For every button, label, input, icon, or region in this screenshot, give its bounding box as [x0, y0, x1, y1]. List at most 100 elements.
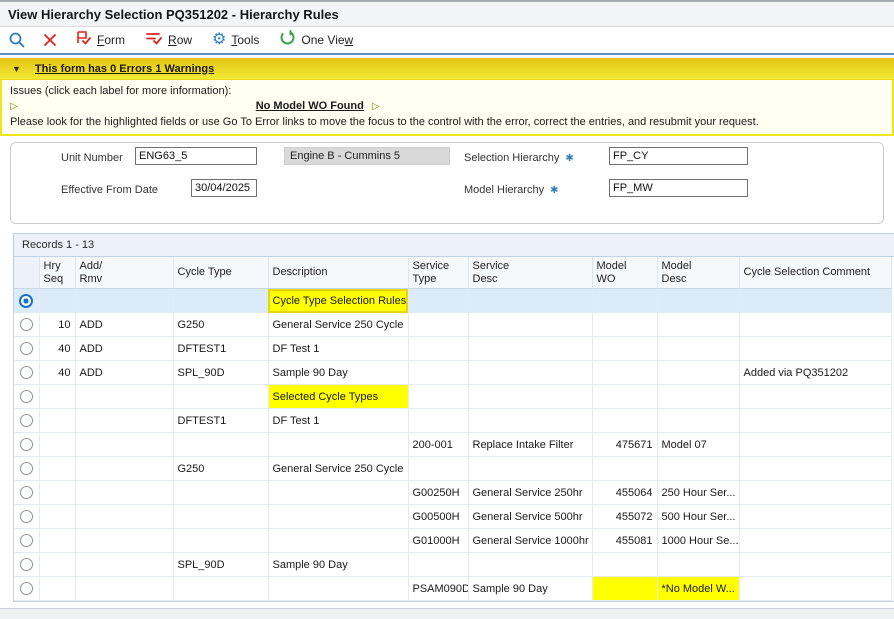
cell-model-wo[interactable]	[592, 385, 657, 409]
cell-cycle-selection-comment[interactable]	[739, 553, 892, 577]
cell-cycle-type[interactable]: SPL_90D	[173, 553, 268, 577]
cell-model-wo[interactable]	[592, 577, 657, 601]
warning-banner[interactable]: ▼ This form has 0 Errors 1 Warnings	[0, 58, 894, 80]
cell-add-rmv[interactable]	[75, 505, 173, 529]
cell-hry-seq[interactable]: 40	[39, 337, 75, 361]
cell-hry-seq[interactable]	[39, 577, 75, 601]
cell-cycle-type[interactable]	[173, 289, 268, 313]
cell-cycle-selection-comment[interactable]	[739, 529, 892, 553]
cell-model-desc[interactable]	[657, 361, 739, 385]
cell-description[interactable]: Selected Cycle Types	[268, 385, 408, 409]
tools-menu[interactable]: ⚙ Tools	[212, 32, 259, 48]
form-menu[interactable]: Form	[74, 30, 125, 51]
cell-hry-seq[interactable]	[39, 553, 75, 577]
cell-description[interactable]: DF Test 1	[268, 409, 408, 433]
cell-service-desc[interactable]	[468, 313, 592, 337]
cell-description[interactable]: Sample 90 Day	[268, 361, 408, 385]
cell-cycle-selection-comment[interactable]	[739, 337, 892, 361]
col-header-add-rmv[interactable]: Add/ Rmv	[75, 257, 173, 289]
cell-service-desc[interactable]: General Service 500hr	[468, 505, 592, 529]
cell-add-rmv[interactable]	[75, 577, 173, 601]
cell-service-type[interactable]: G00500H	[408, 505, 468, 529]
row-select-radio[interactable]	[20, 462, 33, 475]
row-select-radio[interactable]	[20, 390, 33, 403]
cell-description[interactable]: Cycle Type Selection Rules	[268, 289, 408, 313]
cell-hry-seq[interactable]	[39, 385, 75, 409]
cell-cycle-selection-comment[interactable]	[739, 385, 892, 409]
col-header-cycle-selection-comment[interactable]: Cycle Selection Comment	[739, 257, 892, 289]
cell-service-type[interactable]	[408, 313, 468, 337]
row-menu[interactable]: Row	[145, 30, 192, 51]
row-select-radio[interactable]	[20, 318, 33, 331]
cell-hry-seq[interactable]	[39, 409, 75, 433]
col-header-hry-seq[interactable]: Hry Seq	[39, 257, 75, 289]
cell-cycle-selection-comment[interactable]	[739, 481, 892, 505]
cell-service-type[interactable]: PSAM090D	[408, 577, 468, 601]
cell-cycle-selection-comment[interactable]	[739, 577, 892, 601]
cell-model-wo[interactable]: 455072	[592, 505, 657, 529]
col-header-cycle-type[interactable]: Cycle Type	[173, 257, 268, 289]
cell-model-desc[interactable]: *No Model W...	[657, 577, 739, 601]
cell-cycle-selection-comment[interactable]	[739, 313, 892, 337]
cell-service-type[interactable]: 200-001	[408, 433, 468, 457]
cell-hry-seq[interactable]: 40	[39, 361, 75, 385]
row-select-radio[interactable]	[20, 558, 33, 571]
cell-model-desc[interactable]	[657, 385, 739, 409]
find-button[interactable]	[8, 31, 26, 49]
col-header-model-desc[interactable]: Model Desc	[657, 257, 739, 289]
cell-description[interactable]	[268, 505, 408, 529]
cell-service-desc[interactable]: General Service 1000hr	[468, 529, 592, 553]
cell-cycle-selection-comment[interactable]	[739, 505, 892, 529]
cell-cycle-type[interactable]: DFTEST1	[173, 409, 268, 433]
cell-cycle-selection-comment[interactable]	[739, 289, 892, 313]
one-view-menu[interactable]: One View	[279, 29, 353, 51]
row-select-radio-selected[interactable]	[19, 294, 33, 308]
cell-add-rmv[interactable]	[75, 409, 173, 433]
cell-add-rmv[interactable]	[75, 385, 173, 409]
cell-service-desc[interactable]: Replace Intake Filter	[468, 433, 592, 457]
cell-service-desc[interactable]	[468, 553, 592, 577]
cell-cycle-selection-comment[interactable]	[739, 433, 892, 457]
cell-description[interactable]: General Service 250 Cycle	[268, 457, 408, 481]
cell-service-type[interactable]	[408, 361, 468, 385]
cell-model-desc[interactable]	[657, 337, 739, 361]
cell-cycle-type[interactable]: DFTEST1	[173, 337, 268, 361]
close-button[interactable]	[42, 32, 58, 48]
cell-service-type[interactable]	[408, 457, 468, 481]
cell-cycle-type[interactable]: SPL_90D	[173, 361, 268, 385]
cell-model-wo[interactable]	[592, 337, 657, 361]
cell-hry-seq[interactable]	[39, 433, 75, 457]
issue-link[interactable]: No Model WO Found	[256, 100, 364, 112]
cell-model-wo[interactable]	[592, 553, 657, 577]
cell-service-desc[interactable]	[468, 457, 592, 481]
selection-hierarchy-input[interactable]	[609, 147, 748, 165]
row-select-radio[interactable]	[20, 438, 33, 451]
cell-service-type[interactable]	[408, 289, 468, 313]
cell-description[interactable]	[268, 433, 408, 457]
row-select-radio[interactable]	[20, 342, 33, 355]
cell-service-desc[interactable]	[468, 385, 592, 409]
unit-number-input[interactable]	[135, 147, 257, 165]
cell-model-desc[interactable]	[657, 457, 739, 481]
cell-hry-seq[interactable]	[39, 289, 75, 313]
row-select-radio[interactable]	[20, 534, 33, 547]
cell-hry-seq[interactable]: 10	[39, 313, 75, 337]
cell-cycle-type[interactable]	[173, 433, 268, 457]
row-select-radio[interactable]	[20, 366, 33, 379]
cell-service-type[interactable]	[408, 337, 468, 361]
cell-model-desc[interactable]	[657, 313, 739, 337]
col-header-service-desc[interactable]: Service Desc	[468, 257, 592, 289]
cell-service-desc[interactable]: Sample 90 Day	[468, 577, 592, 601]
cell-cycle-selection-comment[interactable]	[739, 409, 892, 433]
cell-model-desc[interactable]: 250 Hour Ser...	[657, 481, 739, 505]
cell-add-rmv[interactable]	[75, 433, 173, 457]
effective-from-date-input[interactable]	[191, 179, 257, 197]
cell-model-wo[interactable]	[592, 409, 657, 433]
cell-service-desc[interactable]	[468, 337, 592, 361]
cell-model-wo[interactable]: 475671	[592, 433, 657, 457]
cell-service-type[interactable]: G01000H	[408, 529, 468, 553]
cell-service-type[interactable]	[408, 553, 468, 577]
warning-summary-link[interactable]: This form has 0 Errors 1 Warnings	[35, 63, 214, 75]
cell-model-desc[interactable]	[657, 553, 739, 577]
cell-model-wo[interactable]	[592, 289, 657, 313]
